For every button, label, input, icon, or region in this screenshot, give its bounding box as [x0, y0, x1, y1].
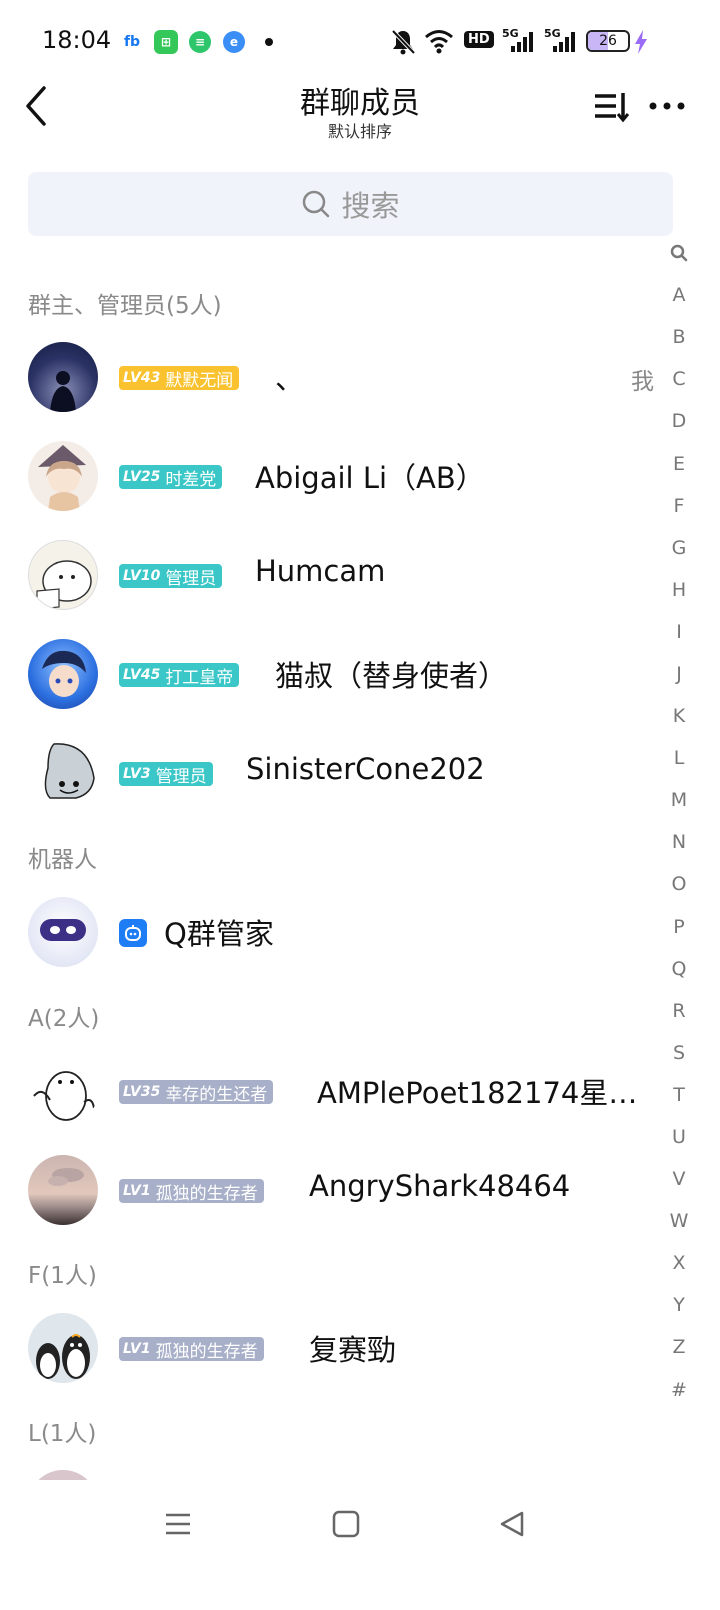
- level-badge: LV1 孤独的生存者: [119, 1337, 264, 1362]
- section-header-l: L(1人): [28, 1421, 97, 1447]
- member-name: 复赛勁: [309, 1333, 397, 1367]
- avatar: [28, 897, 98, 967]
- robot-icon: [119, 919, 147, 947]
- index-letter[interactable]: G: [662, 527, 696, 569]
- avatar: [28, 1155, 98, 1225]
- level-badge: LV10 管理员: [119, 564, 223, 589]
- battery-percent: 26: [599, 33, 617, 49]
- browser-icon: e: [223, 31, 245, 53]
- level-badge: LV43 默默无闻: [119, 366, 240, 391]
- index-letter[interactable]: J: [662, 653, 696, 695]
- avatar: [28, 540, 98, 610]
- index-letter[interactable]: L: [662, 737, 696, 779]
- member-name: SinisterCone202: [246, 752, 485, 786]
- index-letter[interactable]: V: [662, 1158, 696, 1200]
- index-letter[interactable]: O: [662, 863, 696, 905]
- level-badge: LV25 时差党: [119, 465, 223, 490]
- section-header-admins: 群主、管理员(5人): [28, 293, 222, 319]
- home-icon[interactable]: [332, 1510, 360, 1538]
- member-row[interactable]: LV1 孤独的生存者 复赛勁: [0, 1313, 660, 1403]
- member-name: 猫叔（替身使者）: [275, 659, 508, 693]
- index-letter[interactable]: Z: [662, 1326, 696, 1368]
- index-search-icon[interactable]: [662, 232, 696, 274]
- index-letter[interactable]: X: [662, 1242, 696, 1284]
- level-badge: LV45 打工皇帝: [119, 663, 240, 688]
- index-letter[interactable]: B: [662, 316, 696, 358]
- battery-indicator: 26: [586, 30, 630, 52]
- search-icon: [303, 190, 330, 218]
- header: 群聊成员 默认排序: [0, 70, 720, 150]
- index-letter[interactable]: A: [662, 274, 696, 316]
- index-letter[interactable]: D: [662, 400, 696, 442]
- signal-icon: [511, 32, 533, 52]
- me-label: 我: [631, 369, 654, 395]
- index-letter[interactable]: P: [662, 906, 696, 948]
- alphabet-index[interactable]: A B C D E F G H I J K L M N O P Q R S T …: [662, 232, 696, 1411]
- back-nav-icon[interactable]: [498, 1510, 526, 1538]
- avatar: [28, 1313, 98, 1383]
- more-dots-icon: [649, 102, 685, 110]
- search-placeholder: 搜索: [341, 189, 400, 223]
- avatar: [28, 342, 98, 412]
- status-time: 18:04: [42, 26, 112, 54]
- index-letter[interactable]: H: [662, 569, 696, 611]
- member-row[interactable]: LV10 管理员 Humcam: [0, 540, 660, 630]
- member-name: Q群管家: [164, 917, 274, 951]
- avatar: [28, 1056, 98, 1126]
- index-letter[interactable]: T: [662, 1074, 696, 1116]
- index-letter[interactable]: R: [662, 990, 696, 1032]
- app-grid-icon: ⊞: [154, 30, 178, 54]
- index-letter[interactable]: M: [662, 779, 696, 821]
- member-name: Abigail Li（AB）: [255, 461, 485, 495]
- member-row[interactable]: LV43 默默无闻 、 我: [0, 342, 660, 432]
- sort-button[interactable]: [592, 90, 632, 124]
- member-row[interactable]: LV1 孤独的生存者 AngryShark48464: [0, 1155, 660, 1245]
- more-options-button[interactable]: [648, 94, 688, 118]
- member-name: AngryShark48464: [309, 1169, 571, 1203]
- member-row[interactable]: LV35 幸存的生还者 AMPlePoet182174星狐...: [0, 1056, 660, 1146]
- signal-icon: [553, 32, 575, 52]
- charging-bolt-icon: [635, 30, 647, 54]
- avatar: [28, 441, 98, 511]
- index-letter[interactable]: E: [662, 442, 696, 484]
- index-letter[interactable]: N: [662, 821, 696, 863]
- index-letter[interactable]: W: [662, 1200, 696, 1242]
- fb-icon: fb: [123, 34, 141, 50]
- level-badge: LV35 幸存的生还者: [119, 1080, 274, 1105]
- mute-bell-icon: [391, 29, 416, 55]
- member-name: Humcam: [255, 554, 386, 588]
- system-nav-bar: [0, 1480, 720, 1610]
- section-header-a: A(2人): [28, 1006, 100, 1032]
- wifi-icon: [425, 30, 453, 54]
- member-name: 、: [275, 362, 305, 396]
- hd-label: HD: [464, 31, 494, 48]
- avatar: [28, 738, 98, 808]
- chat-bubble-icon: ≡: [189, 31, 211, 53]
- index-letter[interactable]: F: [662, 485, 696, 527]
- index-letter[interactable]: K: [662, 695, 696, 737]
- member-row[interactable]: LV45 打工皇帝 猫叔（替身使者）: [0, 639, 660, 729]
- index-letter[interactable]: I: [662, 611, 696, 653]
- index-letter[interactable]: S: [662, 1032, 696, 1074]
- section-header-bots: 机器人: [28, 847, 97, 873]
- index-letter[interactable]: Y: [662, 1284, 696, 1326]
- avatar: [28, 639, 98, 709]
- index-letter[interactable]: C: [662, 358, 696, 400]
- level-badge: LV1 孤独的生存者: [119, 1179, 264, 1204]
- member-row[interactable]: LV3 管理员 SinisterCone202: [0, 738, 660, 828]
- level-badge: LV3 管理员: [119, 762, 213, 787]
- sort-icon: [595, 93, 630, 123]
- index-letter[interactable]: Q: [662, 948, 696, 990]
- index-letter[interactable]: U: [662, 1116, 696, 1158]
- member-name: AMPlePoet182174星狐...: [317, 1076, 657, 1110]
- member-row[interactable]: LV25 时差党 Abigail Li（AB）: [0, 441, 660, 531]
- recent-apps-icon[interactable]: [164, 1510, 192, 1538]
- index-letter[interactable]: #: [662, 1369, 696, 1411]
- bot-row[interactable]: Q群管家: [0, 897, 660, 987]
- search-input[interactable]: 搜索: [28, 172, 673, 236]
- notification-dot-icon: [265, 38, 273, 46]
- section-header-f: F(1人): [28, 1263, 97, 1289]
